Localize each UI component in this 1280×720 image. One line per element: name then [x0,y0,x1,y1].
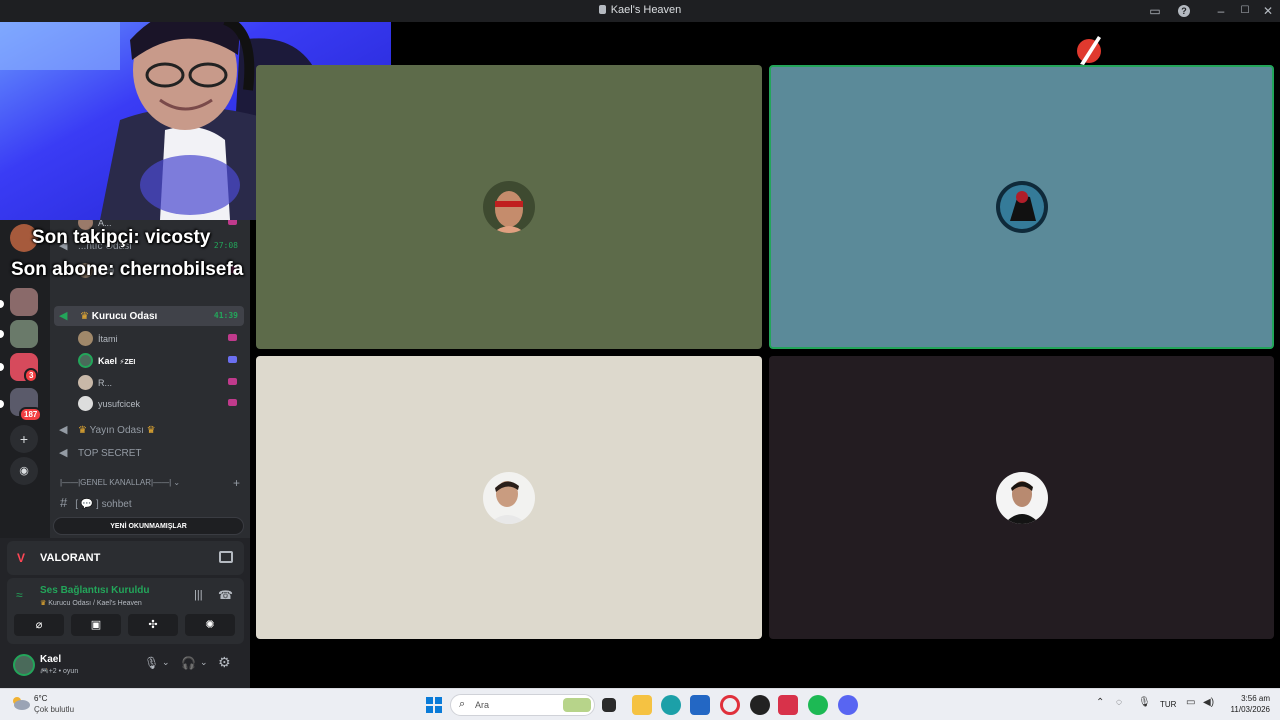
add-server-icon[interactable]: + [10,425,38,453]
new-unreads-button[interactable]: YENİ OKUNMAMIŞLAR [53,517,244,535]
participant-avatar [483,471,535,524]
server-indicator [0,300,4,308]
participant-avatar [483,181,535,233]
spotify-icon[interactable] [808,695,828,715]
voice-channel-yayin-odasi[interactable]: ◀ ♛ Yayın Odası ♛ [54,420,244,440]
streaming-icon [228,378,237,385]
network-icon[interactable]: ▭ [1186,697,1195,708]
task-view-icon[interactable] [602,698,616,712]
text-channel-sohbet[interactable]: #[ 💬 ] sohbet [60,495,132,510]
file-explorer-icon[interactable] [632,695,652,715]
obs-icon[interactable] [750,695,770,715]
streaming-icon [228,220,237,225]
discover-icon[interactable]: ◉ [10,457,38,485]
streaming-icon [228,334,237,341]
user-avatar [78,331,93,346]
valorant-icon: V [17,551,26,565]
headphones-icon[interactable]: 🎧 [181,656,196,670]
server-indicator [0,363,4,371]
participant-avatar [995,181,1048,233]
opera-icon[interactable] [720,695,740,715]
streaming-icon [228,399,237,406]
game-icon [228,356,237,363]
avatar[interactable] [13,654,35,676]
participant-tile-3[interactable] [256,356,762,639]
close-button[interactable]: ✕ [1260,3,1276,19]
participant-tile-2-speaking[interactable] [769,65,1274,349]
participant-avatar [995,471,1048,524]
hidden-eye-icon[interactable]: ◌ [1116,697,1122,708]
volume-icon[interactable]: ◀) [1203,697,1214,708]
crown-icon: ♛ [146,425,156,436]
server-icon-3[interactable] [10,320,38,348]
chevron-up-icon[interactable]: ⌃ [1096,697,1104,708]
category-header[interactable]: |——|GENEL KANALLAR|——| ⌄ [60,478,180,487]
search-highlight-icon [563,698,591,712]
taskbar-search[interactable]: ⌕ Ara [450,694,595,716]
discord-icon[interactable] [838,695,858,715]
speaker-icon: ◀ [59,424,68,436]
voice-channel-top-secret[interactable]: ◀ TOP SECRET [54,443,244,463]
weather-cloud-icon[interactable] [10,695,30,711]
maximize-button[interactable]: ☐ [1237,3,1253,19]
server-icon-2[interactable] [10,288,38,316]
server-indicator [0,330,4,338]
windows-taskbar: 6°C Çok bulutlu ⌕ Ara ⌃ ◌ 🎙 TUR ▭ ◀) 3:5… [0,688,1280,720]
chevron-down-icon[interactable]: ⌄ [162,657,170,668]
crown-icon: ♛ [40,600,47,607]
store-icon[interactable] [690,695,710,715]
camera-off-button[interactable]: ⌀ [14,614,64,636]
activities-button[interactable]: ✣ [128,614,178,636]
server-badge: 3 [24,368,39,383]
screen-share-button[interactable]: ▣ [71,614,121,636]
chevron-down-icon: ⌄ [173,478,181,487]
speaker-icon [598,5,606,14]
speaker-icon: ◀ [59,310,68,322]
disconnect-icon[interactable]: ☎ [218,588,233,602]
help-icon[interactable]: ? [1178,5,1190,17]
microphone-icon[interactable]: 🎙 [144,656,159,670]
game-activity[interactable]: V VALORANT [7,541,244,575]
server-indicator [0,400,4,408]
voice-connection: ≈ Ses Bağlantısı Kuruldu ♛ Kurucu Odası … [7,578,244,644]
edge-browser-icon[interactable] [661,695,681,715]
voice-panel: V VALORANT ≈ Ses Bağlantısı Kuruldu ♛ Ku… [0,538,250,688]
minimize-button[interactable]: – [1213,3,1229,19]
windows-start-icon[interactable] [424,695,444,715]
add-channel-icon[interactable]: + [233,476,240,490]
user-panel: Kael 🎮+2 • oyun 🎙 ⌄ 🎧 ⌄ ⚙ [7,648,244,688]
screen-share-icon[interactable] [219,551,233,563]
valorant-taskbar-icon[interactable] [778,695,798,715]
noise-suppression-icon[interactable]: ||| [194,589,203,601]
microphone-icon[interactable]: 🎙 [1138,697,1151,708]
settings-gear-icon[interactable]: ⚙ [218,654,231,671]
participant-tile-4[interactable] [769,356,1274,639]
pen-logo-icon [1074,32,1104,66]
crown-icon: ♛ [78,425,87,436]
soundboard-button[interactable]: ✺ [185,614,235,636]
inbox-icon[interactable]: ▭ [1147,3,1163,19]
signal-icon: ≈ [16,588,23,602]
user-avatar [78,353,93,368]
search-icon: ⌕ [459,698,466,710]
window-title: Kael's Heaven [0,4,1280,16]
participant-tile-1[interactable] [256,65,762,349]
chevron-down-icon[interactable]: ⌄ [200,657,208,668]
latest-follower-overlay: Son takipçi: vicosty [32,227,211,248]
game-icon: 🎮 [40,668,49,675]
user-avatar [78,396,93,411]
latest-subscriber-overlay: Son abone: chernobilsefa [11,259,244,280]
title-bar: Kael's Heaven ▭ ? – ☐ ✕ [0,0,1280,22]
crown-icon: ♛ [80,311,89,322]
user-avatar [78,375,93,390]
server-badge: 187 [19,407,43,422]
voice-channel-kurucu-odasi[interactable]: ◀ ♛ Kurucu Odası 41:39 [54,306,244,326]
speaker-icon: ◀ [59,447,68,459]
hash-icon: # [60,495,68,510]
chat-bubble-icon: 💬 [80,499,94,510]
